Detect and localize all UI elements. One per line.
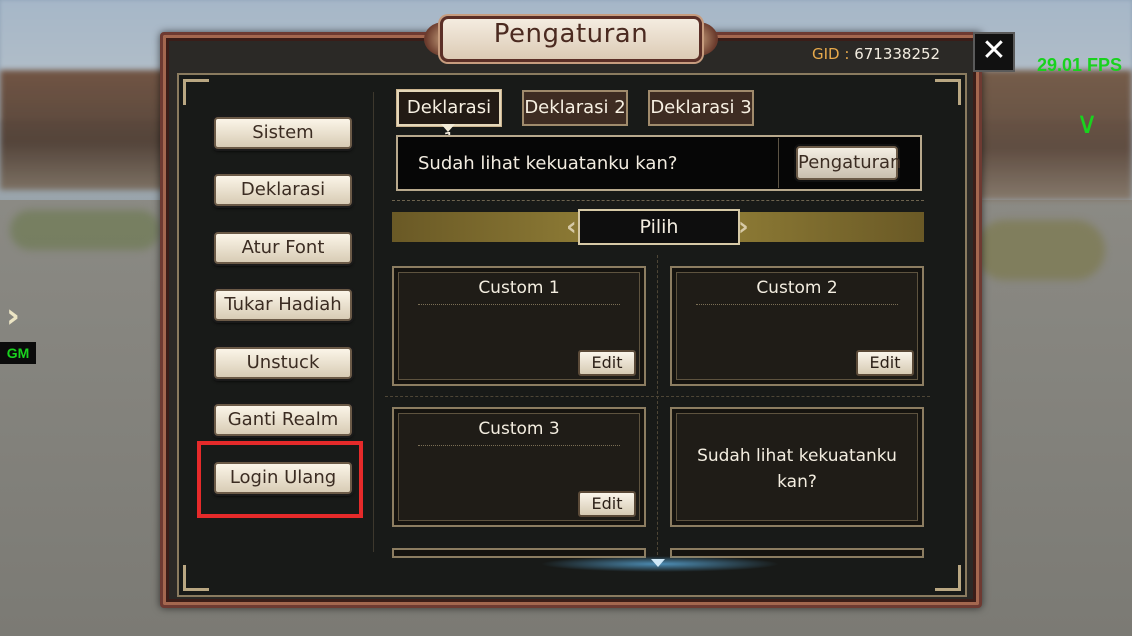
window-title-plate: Pengaturan — [440, 16, 702, 62]
checkmark-icon: ∨ — [1076, 106, 1098, 141]
declaration-text: Sudah lihat kekuatanku kan? — [418, 153, 678, 174]
close-icon: ✕ — [981, 33, 1007, 68]
gid-label: GID : — [812, 45, 850, 63]
gid-value: 671338252 — [854, 45, 941, 63]
background-tree-right — [975, 220, 1105, 280]
tab-deklarasi-3[interactable]: Deklarasi 3 — [648, 90, 754, 126]
custom-card-1[interactable]: Custom 1 Edit — [392, 266, 646, 386]
fps-counter: 29.01 FPS — [1037, 55, 1123, 75]
tab-deklarasi-1[interactable]: Deklarasi 1 — [397, 90, 501, 150]
corner-ornament — [935, 565, 961, 591]
card-divider — [696, 304, 898, 305]
close-button[interactable]: ✕ — [973, 32, 1015, 72]
background-tree-left — [10, 210, 160, 250]
corner-ornament — [183, 565, 209, 591]
declaration-settings-button[interactable]: Pengaturan — [796, 146, 901, 180]
gm-button[interactable]: GM — [0, 342, 36, 364]
background-building-left — [0, 70, 170, 190]
panel-divider — [373, 92, 374, 552]
menu-item-ganti-realm[interactable]: Ganti Realm — [214, 404, 352, 436]
window-title: Pengaturan — [493, 19, 649, 49]
background-building-right — [960, 70, 1132, 200]
menu-item-unstuck[interactable]: Unstuck — [214, 347, 352, 379]
pilih-label: Pilih — [578, 209, 740, 245]
menu-item-sistem[interactable]: Sistem — [214, 117, 352, 149]
active-tab-pointer-icon — [441, 124, 455, 132]
menu-item-tukar-hadiah[interactable]: Tukar Hadiah — [214, 289, 352, 321]
gm-expand-arrow-icon[interactable]: › — [6, 296, 36, 336]
section-divider — [392, 200, 924, 201]
gid-display: GID : 671338252 — [812, 45, 940, 63]
scroll-down-arrow-icon[interactable] — [651, 559, 665, 567]
card-divider — [418, 304, 620, 305]
custom-card-3[interactable]: Custom 3 Edit — [392, 407, 646, 527]
preset-card-text: Sudah lihat kekuatanku kan? — [697, 446, 897, 492]
card-title: Custom 3 — [478, 419, 560, 439]
grid-divider-horizontal — [385, 396, 930, 397]
edit-button[interactable]: Edit — [856, 350, 914, 376]
card-divider — [418, 445, 620, 446]
tab-deklarasi-2[interactable]: Deklarasi 2 — [522, 90, 628, 126]
card-title: Custom 2 — [756, 278, 838, 298]
chevron-left-icon: ‹ — [566, 212, 577, 242]
grid-divider-vertical — [657, 255, 658, 555]
custom-card-2[interactable]: Custom 2 Edit — [670, 266, 924, 386]
highlight-box — [197, 441, 363, 518]
menu-item-atur-font[interactable]: Atur Font — [214, 232, 352, 264]
menu-item-deklarasi[interactable]: Deklarasi — [214, 174, 352, 206]
corner-ornament — [183, 79, 209, 105]
preset-card[interactable]: Sudah lihat kekuatanku kan? — [670, 407, 924, 527]
edit-button[interactable]: Edit — [578, 350, 636, 376]
edit-button[interactable]: Edit — [578, 491, 636, 517]
declaration-divider — [778, 138, 779, 188]
card-title: Custom 1 — [478, 278, 560, 298]
corner-ornament — [935, 79, 961, 105]
